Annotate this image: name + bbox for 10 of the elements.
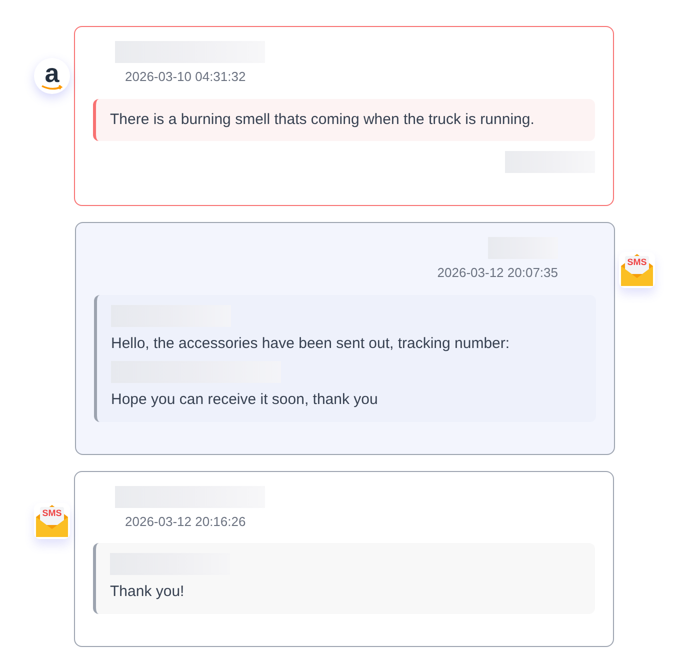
message-text: There is a burning smell thats coming when the truck is running.	[110, 110, 536, 130]
timestamp: 2026-03-12 20:07:35	[436, 264, 558, 282]
envelope-icon: SMS	[619, 252, 655, 288]
timestamp: 2026-03-12 20:16:26	[124, 512, 246, 530]
message-text: Hello, the accessories have been sent out, tracking number:	[111, 334, 511, 354]
message-text: Hope you can receive it soon, thank you	[111, 390, 379, 410]
logo-icon: a	[34, 58, 70, 94]
envelope-icon: SMS	[34, 502, 70, 538]
message-text: Thank you!	[110, 582, 186, 602]
timestamp: 2026-03-10 04:31:32	[124, 68, 246, 86]
